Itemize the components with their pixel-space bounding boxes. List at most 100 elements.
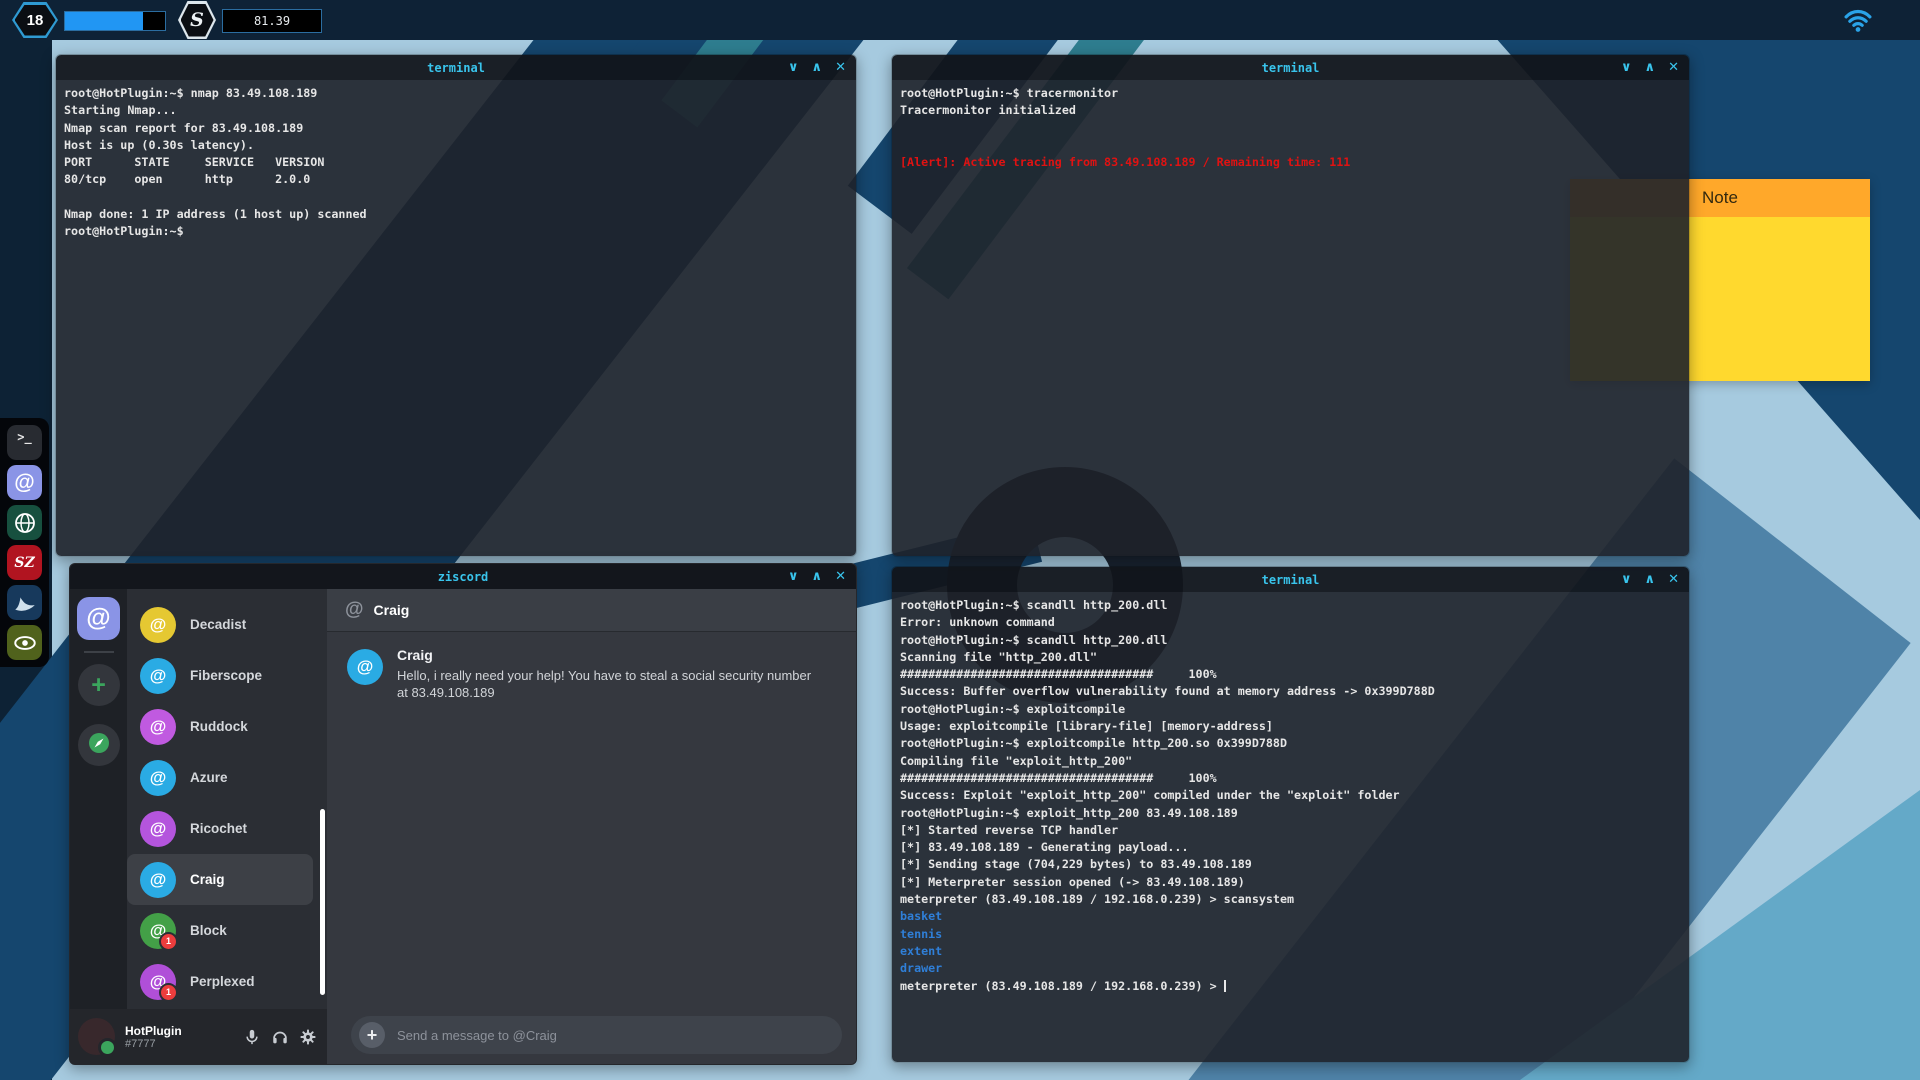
- contact-row-ricochet[interactable]: @Ricochet: [127, 803, 319, 854]
- minimize-button[interactable]: ∨: [788, 564, 799, 589]
- user-discriminator: #7777: [125, 1038, 235, 1050]
- dock-item-terminal[interactable]: >_: [7, 425, 42, 460]
- ziscord-home-icon[interactable]: @: [77, 597, 120, 640]
- user-avatar[interactable]: [78, 1018, 115, 1055]
- maximize-button[interactable]: ∧: [1645, 55, 1656, 80]
- terminal-line: meterpreter (83.49.108.189 / 192.168.0.2…: [900, 891, 1681, 908]
- gear-icon[interactable]: [297, 1026, 319, 1048]
- at-icon: @: [345, 599, 364, 621]
- contact-name: Fiberscope: [190, 668, 262, 683]
- terminal-line: Nmap done: 1 IP address (1 host up) scan…: [64, 206, 848, 223]
- terminal-line: root@HotPlugin:~$ tracermonitor: [900, 85, 1681, 102]
- contact-row-azure[interactable]: @Azure: [127, 752, 319, 803]
- chat-panel: @ Craig @CraigHello, i really need your …: [327, 589, 856, 1064]
- dock-item-watcher-app[interactable]: [7, 625, 42, 660]
- titlebar[interactable]: terminal ∨∧✕: [892, 55, 1689, 80]
- window-ziscord: ziscord ∨∧✕ @ +: [69, 563, 857, 1065]
- close-button[interactable]: ✕: [835, 564, 846, 589]
- contact-name: Perplexed: [190, 974, 255, 989]
- close-button[interactable]: ✕: [1668, 55, 1679, 80]
- terminal-line: meterpreter (83.49.108.189 / 192.168.0.2…: [900, 978, 1681, 995]
- contact-row-decadist[interactable]: @Decadist: [127, 599, 319, 650]
- money-display: 81.39: [222, 9, 322, 33]
- contact-name: Azure: [190, 770, 228, 785]
- titlebar[interactable]: terminal ∨∧✕: [56, 55, 856, 80]
- game-logo-icon: S: [178, 1, 216, 39]
- dock-item-sz-app[interactable]: SZ: [7, 545, 42, 580]
- terminal-line: Error: unknown command: [900, 614, 1681, 631]
- terminal-line: root@HotPlugin:~$ scandll http_200.dll: [900, 632, 1681, 649]
- compass-icon: [87, 731, 111, 760]
- message-input[interactable]: [395, 1027, 834, 1044]
- attach-button[interactable]: +: [359, 1022, 385, 1048]
- contacts-scrollbar[interactable]: [320, 809, 325, 995]
- level-value: 18: [27, 12, 44, 29]
- terminal-line: [*] Meterpreter session opened (-> 83.49…: [900, 874, 1681, 891]
- wifi-icon[interactable]: [1840, 5, 1876, 35]
- terminal-output[interactable]: root@HotPlugin:~$ tracermonitorTracermon…: [892, 80, 1689, 556]
- terminal-line: [64, 189, 848, 206]
- eye-icon: [7, 625, 42, 660]
- terminal-line: [*] 83.49.108.189 - Generating payload..…: [900, 839, 1681, 856]
- explore-button[interactable]: [78, 724, 120, 766]
- terminal-line: tennis: [900, 926, 1681, 943]
- add-server-button[interactable]: +: [78, 664, 120, 706]
- unread-badge: 1: [159, 932, 178, 951]
- ziscord-logo-glyph: @: [86, 604, 110, 633]
- terminal-line: 80/tcp open http 2.0.0: [64, 171, 848, 188]
- dock-item-wave-app[interactable]: [7, 585, 42, 620]
- contact-row-ruddock[interactable]: @Ruddock: [127, 701, 319, 752]
- window-controls: ∨ ∧ ✕: [1621, 55, 1679, 80]
- contact-row-perplexed[interactable]: @1Perplexed: [127, 956, 319, 1007]
- titlebar[interactable]: terminal ∨∧✕: [892, 567, 1689, 592]
- terminal-line: #################################### 100…: [900, 666, 1681, 683]
- wave-icon: [7, 585, 42, 620]
- mic-icon[interactable]: [241, 1026, 263, 1048]
- terminal-output[interactable]: root@HotPlugin:~$ nmap 83.49.108.189Star…: [56, 80, 856, 556]
- close-button[interactable]: ✕: [1668, 567, 1679, 592]
- close-button[interactable]: ✕: [835, 55, 846, 80]
- contact-row-block[interactable]: @1 Block: [127, 905, 319, 956]
- terminal-line: basket: [900, 908, 1681, 925]
- terminal-line: drawer: [900, 960, 1681, 977]
- dock-item-browser[interactable]: [7, 505, 42, 540]
- contact-row-fiberscope[interactable]: @Fiberscope: [127, 650, 319, 701]
- terminal-line: Success: Buffer overflow vulnerability f…: [900, 683, 1681, 700]
- dock-item-ziscord[interactable]: @: [7, 465, 42, 500]
- window-terminal-nmap: terminal ∨∧✕ root@HotPlugin:~$ nmap 83.4…: [55, 54, 857, 557]
- minimize-button[interactable]: ∨: [1621, 567, 1632, 592]
- maximize-button[interactable]: ∧: [812, 564, 823, 589]
- terminal-line: Usage: exploitcompile [library-file] [me…: [900, 718, 1681, 735]
- maximize-button[interactable]: ∧: [1645, 567, 1656, 592]
- terminal-line: extent: [900, 943, 1681, 960]
- maximize-button[interactable]: ∧: [812, 55, 823, 80]
- contacts-list: @Decadist@Fiberscope@Ruddock@Azure@Ricoc…: [127, 589, 327, 1064]
- globe-icon: [7, 505, 42, 540]
- window-terminal-exploit: terminal ∨∧✕ root@HotPlugin:~$ scandll h…: [891, 566, 1690, 1063]
- terminal-line: root@HotPlugin:~$ exploit_http_200 83.49…: [900, 805, 1681, 822]
- desktop: 18 S 81.39 >_@SZ Note: [0, 0, 1920, 1080]
- online-status-dot: [98, 1038, 117, 1057]
- headphones-icon[interactable]: [269, 1026, 291, 1048]
- terminal-output[interactable]: root@HotPlugin:~$ scandll http_200.dllEr…: [892, 592, 1689, 1062]
- terminal-line: PORT STATE SERVICE VERSION: [64, 154, 848, 171]
- terminal-line: Nmap scan report for 83.49.108.189: [64, 120, 848, 137]
- window-terminal-tracer: terminal ∨∧✕ root@HotPlugin:~$ tracermon…: [891, 54, 1690, 557]
- window-controls: ∨ ∧ ✕: [1621, 567, 1679, 592]
- terminal-line: Scanning file "http_200.dll": [900, 649, 1681, 666]
- contact-name: Block: [190, 923, 227, 938]
- contact-avatar: @1: [140, 913, 176, 949]
- contact-row-craig[interactable]: @Craig: [127, 854, 313, 905]
- level-badge: 18: [12, 2, 58, 38]
- sz-icon: SZ: [7, 545, 42, 580]
- message-input-bar: +: [351, 1016, 842, 1054]
- xp-progress-fill: [65, 12, 143, 30]
- terminal-line: Host is up (0.30s latency).: [64, 137, 848, 154]
- terminal-line: Starting Nmap...: [64, 102, 848, 119]
- titlebar[interactable]: ziscord ∨∧✕: [70, 564, 856, 589]
- minimize-button[interactable]: ∨: [1621, 55, 1632, 80]
- chat-message: @CraigHello, i really need your help! Yo…: [327, 631, 856, 717]
- plus-icon: +: [367, 1025, 378, 1046]
- minimize-button[interactable]: ∨: [788, 55, 799, 80]
- message-avatar: @: [347, 649, 383, 685]
